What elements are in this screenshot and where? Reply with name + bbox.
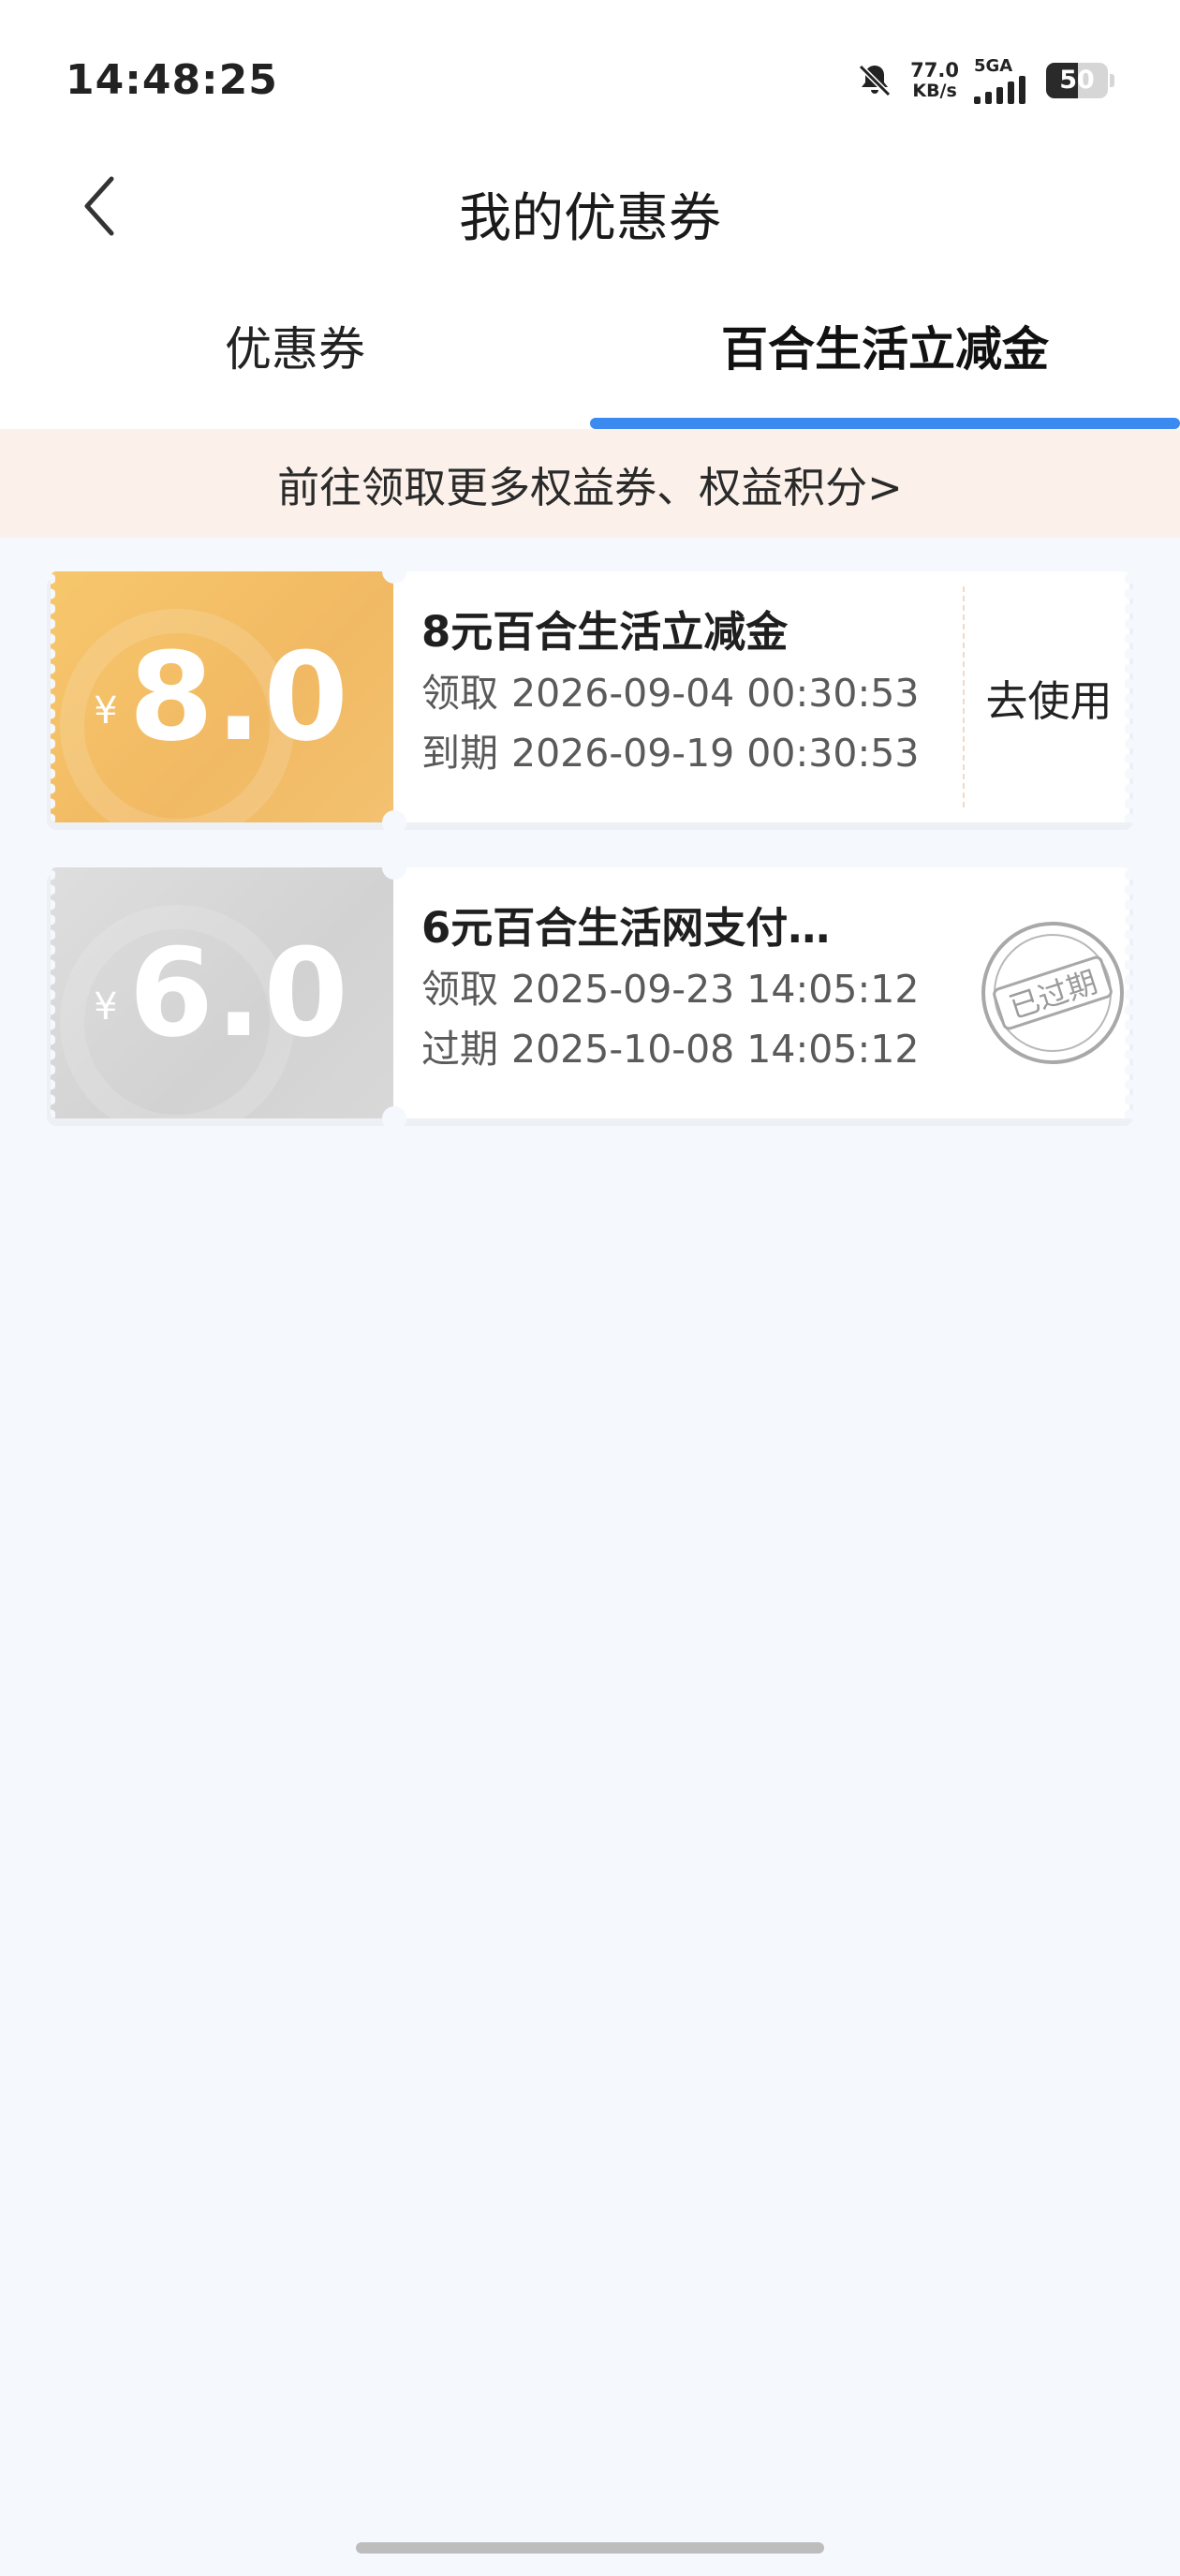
claim-time: 领取 2026-09-04 00:30:53 xyxy=(421,671,920,716)
currency-symbol: ¥ xyxy=(94,689,118,733)
page: 14:48:25 77.0 KB/s 5GA 50 我的优惠券 优惠券 百合生活… xyxy=(0,0,1180,2576)
coupon-amount: ¥ 6.0 xyxy=(51,867,393,1118)
tab-baihe-discount[interactable]: 百合生活立减金 xyxy=(590,262,1180,429)
coupon-card: ¥ 6.0 6元百合生活网支付… 领取 2025-09-23 14:05:12 过… xyxy=(47,855,1134,1131)
tab-active-indicator xyxy=(590,418,1180,429)
battery-level: 50 xyxy=(1059,66,1095,95)
use-coupon-button[interactable]: 去使用 xyxy=(983,571,1114,822)
coupon-card: ¥ 8.0 8元百合生活立减金 领取 2026-09-04 00:30:53 到期… xyxy=(47,559,1134,835)
tab-coupons[interactable]: 优惠券 xyxy=(0,262,590,429)
signal-icon xyxy=(974,76,1025,104)
coupon-amount: ¥ 8.0 xyxy=(51,571,393,822)
home-indicator[interactable] xyxy=(356,2542,824,2554)
battery-icon: 50 xyxy=(1046,63,1108,98)
status-time: 14:48:25 xyxy=(66,56,278,104)
header: 我的优惠券 xyxy=(0,150,1180,262)
page-title: 我的优惠券 xyxy=(459,188,721,249)
status-icons: 77.0 KB/s 5GA 50 xyxy=(854,54,1114,107)
dashed-divider xyxy=(963,586,965,807)
net-speed: 77.0 KB/s xyxy=(910,60,959,101)
expire-time: 过期 2025-10-08 14:05:12 xyxy=(421,1027,920,1072)
net-speed-value: 77.0 xyxy=(910,59,959,81)
more-benefits-banner[interactable]: 前往领取更多权益券、权益积分> xyxy=(0,429,1180,538)
coupon-amount-panel: ¥ 8.0 xyxy=(51,571,393,822)
coupon-title: 8元百合生活立减金 xyxy=(421,607,789,657)
coupon-amount-panel: ¥ 6.0 xyxy=(51,867,393,1118)
coupon-details: 8元百合生活立减金 领取 2026-09-04 00:30:53 到期 2026-0… xyxy=(393,571,1134,822)
expired-stamp-icon: 已过期 xyxy=(974,914,1131,1072)
amount-value: 6.0 xyxy=(128,922,350,1064)
status-bar: 14:48:25 77.0 KB/s 5GA 50 xyxy=(0,0,1180,150)
network-type: 5GA xyxy=(974,56,1013,76)
coupon-title: 6元百合生活网支付… xyxy=(421,903,831,953)
battery-tip xyxy=(1110,74,1114,87)
signal-group: 5GA xyxy=(974,57,1025,104)
amount-value: 8.0 xyxy=(128,626,350,768)
expire-time: 到期 2026-09-19 00:30:53 xyxy=(421,731,920,776)
net-speed-unit: KB/s xyxy=(912,81,957,101)
coupon-details: 6元百合生活网支付… 领取 2025-09-23 14:05:12 过期 2025-… xyxy=(393,867,1134,1118)
bell-muted-icon xyxy=(859,64,892,97)
claim-time: 领取 2025-09-23 14:05:12 xyxy=(421,967,920,1012)
currency-symbol: ¥ xyxy=(94,985,118,1029)
tab-bar: 优惠券 百合生活立减金 xyxy=(0,262,1180,429)
